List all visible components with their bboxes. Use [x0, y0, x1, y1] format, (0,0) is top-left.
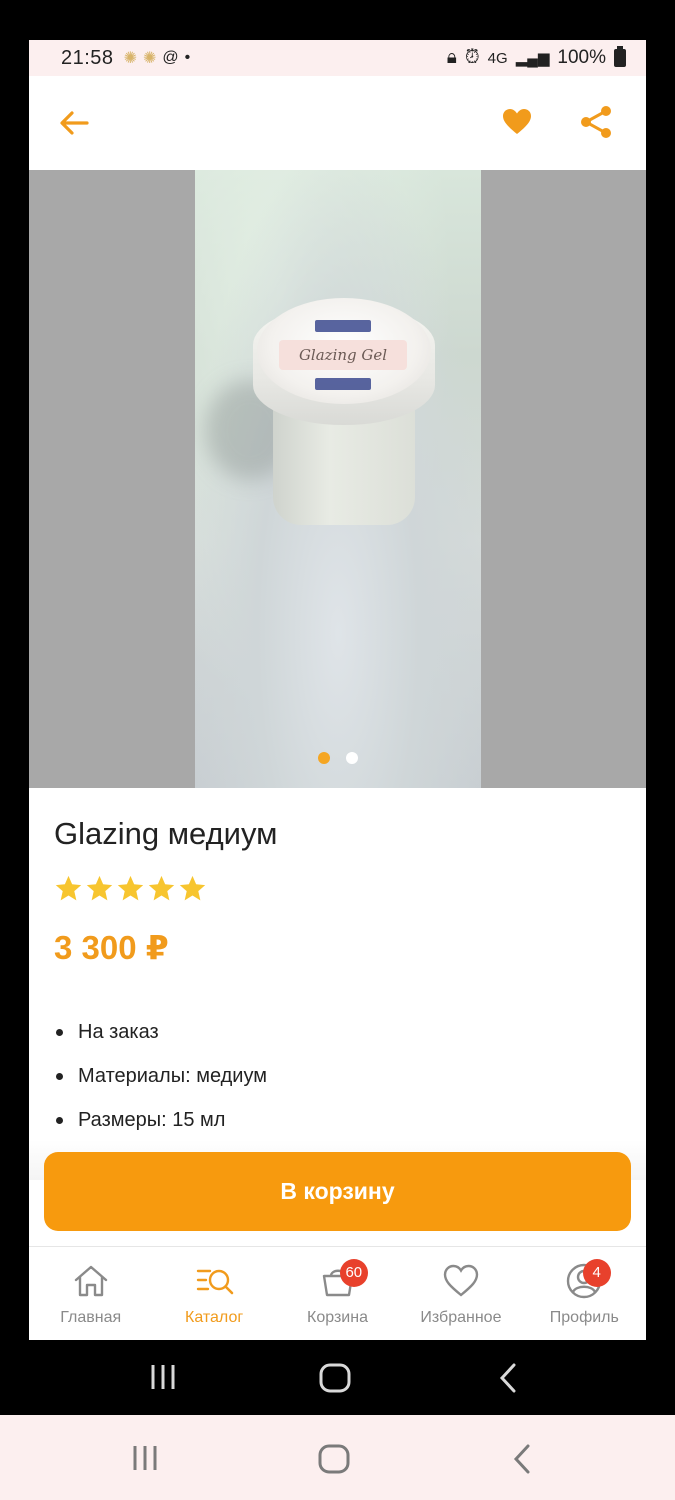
jar-logo: [315, 378, 371, 390]
jar-logo: [315, 320, 371, 332]
profile-badge: 4: [582, 1259, 611, 1287]
system-navigation-bar: [0, 1340, 675, 1415]
catalog-search-icon: [196, 1269, 234, 1295]
home-button-icon[interactable]: [317, 1443, 351, 1475]
nav-item-home[interactable]: Главная: [29, 1247, 152, 1340]
network-type: 4G: [487, 49, 508, 67]
product-image-gallery[interactable]: Glazing Gel: [29, 170, 646, 788]
product-title: Glazing медиум: [54, 816, 278, 851]
star-icon: [86, 875, 113, 901]
notification-icons: ✺ ✺ @ •: [124, 48, 191, 68]
heart-outline-icon: [443, 1264, 479, 1297]
lock-icon: 🔒︎: [446, 47, 457, 68]
status-bar: 21:58 ✺ ✺ @ • 🔒︎ ⏰︎ 4G ▂▄▆ 100%: [29, 40, 646, 76]
sun-icon: ✺: [123, 50, 137, 67]
nav-label: Профиль: [549, 1309, 619, 1326]
add-to-cart-button[interactable]: В корзину: [44, 1152, 631, 1231]
share-icon[interactable]: [579, 104, 613, 140]
heart-icon[interactable]: [501, 106, 533, 138]
gallery-pagination: [29, 752, 646, 764]
app-screen: 21:58 ✺ ✺ @ • 🔒︎ ⏰︎ 4G ▂▄▆ 100% Glazing …: [29, 40, 646, 1340]
product-properties: На заказ Материалы: медиум Размеры: 15 м…: [54, 1018, 267, 1150]
system-navigation-bar-outer: [0, 1415, 675, 1500]
nav-item-cart[interactable]: 60 Корзина: [276, 1247, 399, 1340]
nav-item-catalog[interactable]: Каталог: [152, 1247, 275, 1340]
bottom-navigation: Главная Каталог 60 Корзина Избранное 4 П…: [29, 1246, 646, 1340]
product-photo[interactable]: Glazing Gel: [195, 170, 481, 788]
battery-icon: [614, 46, 626, 67]
property-item: Материалы: медиум: [54, 1062, 267, 1106]
recent-apps-icon[interactable]: [128, 1443, 162, 1473]
cart-count-badge: 60: [339, 1259, 368, 1287]
nav-label: Корзина: [307, 1309, 368, 1326]
nav-label: Главная: [60, 1309, 122, 1326]
rating-stars: [54, 874, 207, 903]
nav-item-favorites[interactable]: Избранное: [399, 1247, 522, 1340]
star-icon: [148, 875, 175, 901]
signal-icon: ▂▄▆: [515, 50, 550, 67]
nav-label: Каталог: [185, 1309, 244, 1326]
nav-item-profile[interactable]: 4 Профиль: [523, 1247, 646, 1340]
property-item: На заказ: [54, 1018, 267, 1062]
alarm-icon: ⏰︎: [464, 47, 480, 68]
star-icon: [179, 875, 206, 901]
arrow-left-icon[interactable]: [57, 106, 91, 140]
home-button-icon[interactable]: [318, 1362, 352, 1394]
back-button-icon[interactable]: [508, 1443, 538, 1475]
gallery-dot-2[interactable]: [345, 752, 358, 764]
home-icon: [74, 1265, 107, 1297]
status-time: 21:58: [61, 46, 114, 69]
top-app-bar: [29, 76, 646, 170]
star-icon: [55, 875, 82, 901]
dot-icon: •: [184, 49, 191, 66]
nav-label: Избранное: [420, 1309, 502, 1326]
product-price: 3 300 ₽: [54, 929, 169, 966]
at-icon: @: [162, 49, 179, 66]
sun-icon: ✺: [142, 50, 157, 67]
status-right: 🔒︎ ⏰︎ 4G ▂▄▆ 100%: [446, 46, 626, 69]
star-icon: [117, 875, 144, 901]
back-button-icon[interactable]: [494, 1362, 524, 1394]
jar-label: Glazing Gel: [279, 340, 407, 370]
battery-level: 100%: [557, 47, 606, 68]
recent-apps-icon[interactable]: [146, 1362, 180, 1392]
gallery-dot-1[interactable]: [317, 752, 330, 764]
